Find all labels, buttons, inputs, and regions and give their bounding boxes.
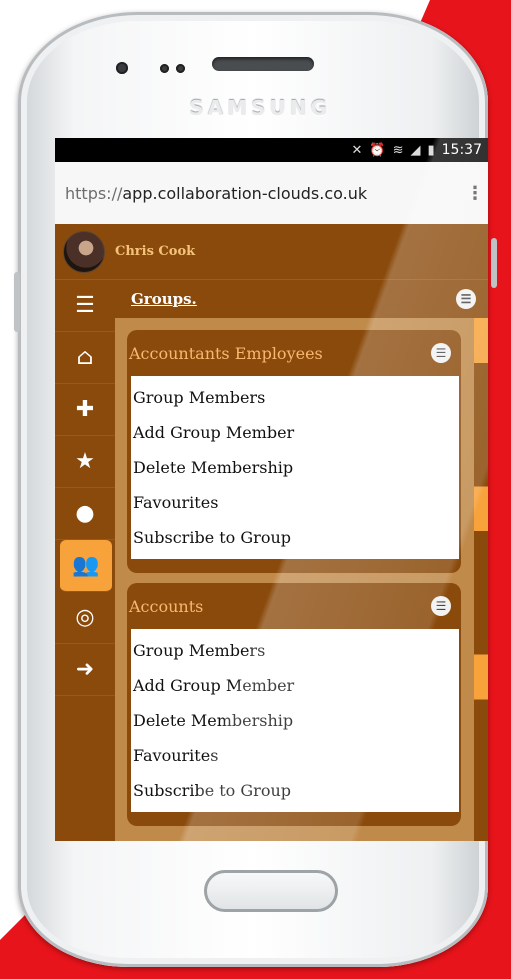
front-camera [176,64,185,73]
group-menu-icon[interactable]: ☰ [431,343,451,363]
group-menu-icon[interactable]: ☰ [431,596,451,616]
group-actions: Group Members Add Group Member Delete Me… [131,629,459,812]
section-menu-icon[interactable]: ☰ [456,289,476,309]
url-text[interactable]: https://app.collaboration-clouds.co.uk [55,184,462,203]
wifi-icon: ≋ [392,142,404,158]
home-button[interactable] [204,870,338,912]
favourites-link[interactable]: Favourites [131,485,459,520]
signal-icon: ◢ [410,142,421,158]
add-group-member-link[interactable]: Add Group Member [131,415,459,450]
volume-button [14,272,20,332]
group-members-link[interactable]: Group Members [131,633,459,668]
url-scheme: https:// [65,183,123,203]
user-bar: Chris Cook [55,224,488,280]
alarm-icon: ⏰ [369,142,386,158]
proximity-sensor [116,62,128,74]
sidebar-nav: ☰ ⌂ ✚ ★ ● 👥 ◎ ➜ [55,280,115,841]
group-actions: Group Members Add Group Member Delete Me… [131,376,459,559]
group-header: Accountants Employees ☰ [127,330,461,376]
avatar[interactable] [63,230,105,273]
browser-menu-icon[interactable]: ⋮ [462,183,488,204]
url-host: app.collaboration-clouds.co.uk [122,183,368,203]
mute-icon: ✕ [351,142,363,158]
group-header: Accounts ☰ [127,583,461,629]
page-title[interactable]: Groups. [131,290,197,308]
delete-membership-link[interactable]: Delete Membership [131,703,459,738]
power-button [491,238,497,288]
menu-icon[interactable]: ☰ [55,280,115,332]
users-icon[interactable]: 👥 [60,540,112,592]
next-panel-edge [474,318,488,841]
add-group-member-link[interactable]: Add Group Member [131,668,459,703]
group-card: Accountants Employees ☰ Group Members Ad… [127,330,461,573]
main-content: Groups. ☰ Accountants Employees ☰ Group … [115,280,488,841]
home-icon[interactable]: ⌂ [55,332,115,384]
phone-screen: ✕ ⏰ ≋ ◢ ▮ 15:37 https://app.collaboratio… [55,138,488,841]
browser-address-bar[interactable]: https://app.collaboration-clouds.co.uk ⋮ [55,162,488,225]
favourites-link[interactable]: Favourites [131,738,459,773]
brand-logo: SAMSUNG [189,96,331,120]
sign-out-icon[interactable]: ➜ [55,644,115,696]
delete-membership-link[interactable]: Delete Membership [131,450,459,485]
group-members-link[interactable]: Group Members [131,380,459,415]
plus-square-icon[interactable]: ✚ [55,384,115,436]
group-title[interactable]: Accountants Employees [129,344,323,363]
coins-icon[interactable]: ◎ [55,592,115,644]
subscribe-to-group-link[interactable]: Subscribe to Group [131,773,459,808]
groups-list: Accountants Employees ☰ Group Members Ad… [115,318,488,841]
group-card: Accounts ☰ Group Members Add Group Membe… [127,583,461,826]
light-sensor [160,64,169,73]
status-time: 15:37 [441,142,482,158]
earpiece-speaker [212,57,314,71]
user-name: Chris Cook [115,244,196,259]
status-bar: ✕ ⏰ ≋ ◢ ▮ 15:37 [55,138,488,162]
subscribe-to-group-link[interactable]: Subscribe to Group [131,520,459,555]
user-icon[interactable]: ● [55,488,115,540]
star-icon[interactable]: ★ [55,436,115,488]
group-title[interactable]: Accounts [129,597,203,616]
section-header: Groups. ☰ [115,280,488,318]
battery-icon: ▮ [427,142,435,158]
